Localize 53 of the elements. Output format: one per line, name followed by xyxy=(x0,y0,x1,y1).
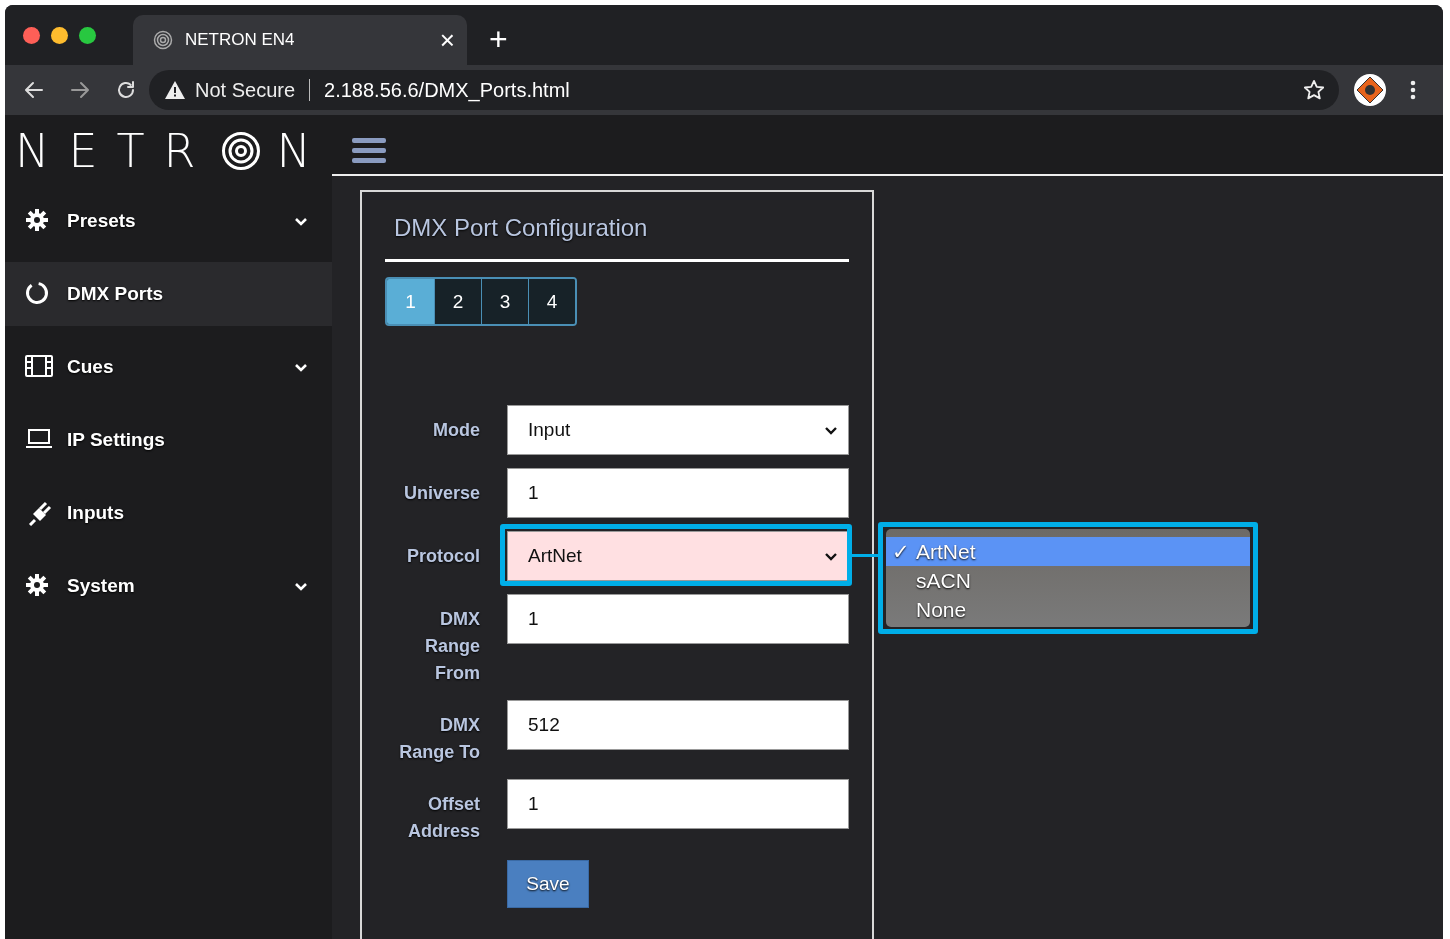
close-icon[interactable]: × xyxy=(439,27,455,53)
field-label: Universe xyxy=(402,482,480,505)
chevron-down-icon xyxy=(294,362,308,372)
back-arrow-icon[interactable] xyxy=(23,79,45,101)
reload-icon[interactable] xyxy=(115,79,137,101)
new-tab-button[interactable]: + xyxy=(467,23,508,65)
sidebar-item[interactable]: Inputs xyxy=(5,481,332,545)
target-icon xyxy=(153,30,173,50)
more-menu-icon[interactable] xyxy=(1409,79,1417,101)
text-field[interactable]: 1 xyxy=(507,468,849,518)
dropdown-field[interactable]: ArtNet xyxy=(507,531,849,581)
menu-icon[interactable] xyxy=(352,136,386,165)
port-tab[interactable]: 4 xyxy=(528,279,575,324)
field-label: Offset Address xyxy=(406,793,480,843)
field-label: Protocol xyxy=(406,545,480,568)
tab-title: NETRON EN4 xyxy=(185,30,296,50)
text-field[interactable]: 1 xyxy=(507,594,849,644)
logo-text: N xyxy=(276,127,330,174)
url-text: 2.188.56.6/DMX_Ports.html xyxy=(324,78,571,102)
chevron-down-icon xyxy=(824,425,838,435)
film-strip-icon xyxy=(25,354,53,380)
save-button[interactable]: Save xyxy=(507,860,589,908)
field-label: DMX Range To xyxy=(398,714,480,764)
profile-avatar-icon[interactable] xyxy=(1353,73,1387,107)
chevron-down-icon xyxy=(294,216,308,226)
sidebar-item[interactable]: DMX Ports xyxy=(5,262,332,326)
field-label: Mode xyxy=(432,419,480,442)
security-label: Not Secure xyxy=(195,78,296,102)
window-control-dot[interactable] xyxy=(23,27,40,44)
field-label: DMX Range From xyxy=(424,608,480,685)
dropdown-field[interactable]: Input xyxy=(507,405,849,455)
address-bar[interactable]: Not Secure 2.188.56.6/DMX_Ports.html xyxy=(149,70,1339,110)
star-icon[interactable] xyxy=(1303,79,1325,101)
dropdown-option[interactable]: sACN xyxy=(886,566,1250,595)
sidebar-item[interactable]: System xyxy=(5,554,332,618)
panel-title: DMX Port Configuration xyxy=(393,214,649,242)
port-tab[interactable]: 2 xyxy=(434,279,481,324)
target-logo-icon xyxy=(220,130,261,171)
sidebar-item[interactable]: Presets xyxy=(5,189,332,253)
forward-arrow-icon[interactable] xyxy=(69,79,91,101)
chevron-down-icon xyxy=(824,551,838,561)
chevron-down-icon xyxy=(294,581,308,591)
dropdown-option[interactable]: None xyxy=(886,595,1250,624)
sidebar-item[interactable]: IP Settings xyxy=(5,408,332,472)
window-control-dot[interactable] xyxy=(79,27,96,44)
text-field[interactable]: 512 xyxy=(507,700,849,750)
sidebar-item[interactable]: Cues xyxy=(5,335,332,399)
port-tab[interactable]: 3 xyxy=(481,279,528,324)
browser-tab[interactable]: NETRON EN4 × xyxy=(133,15,467,65)
logo-text: NETR xyxy=(15,127,215,174)
warning-icon xyxy=(165,81,185,99)
text-field[interactable]: 1 xyxy=(507,779,849,829)
window-control-dot[interactable] xyxy=(51,27,68,44)
